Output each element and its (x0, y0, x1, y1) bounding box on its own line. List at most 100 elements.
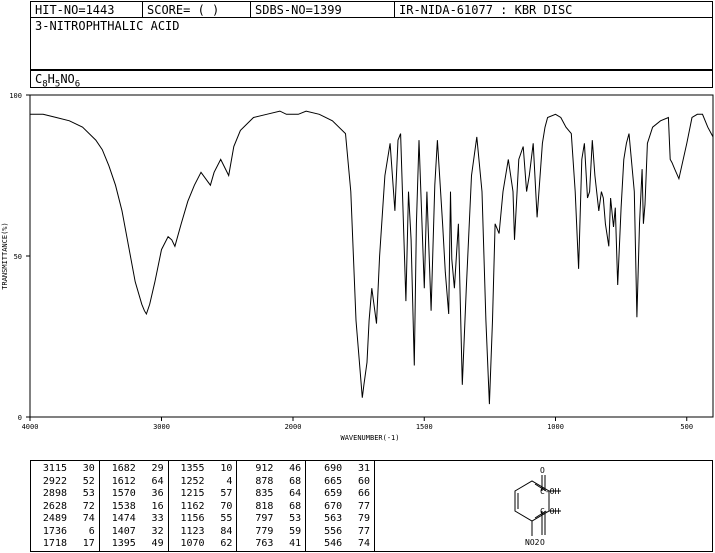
y-axis-label: TRANSMITTANCE(%) (1, 222, 9, 289)
peak-transmittance: 72 (82, 500, 95, 512)
peak-transmittance: 10 (220, 463, 233, 474)
y-tick-label: 100 (9, 92, 22, 100)
peak-transmittance: 62 (220, 538, 233, 549)
molecule-structure-diagram: O C-OH C-OH O NO2 (514, 466, 561, 547)
peak-wavenumber: 797 (255, 513, 274, 524)
peak-row: 1612 64 (104, 476, 164, 489)
peak-wavenumber: 690 (324, 463, 343, 474)
peak-wavenumber: 1736 (42, 525, 67, 537)
peak-transmittance: 46 (289, 463, 302, 474)
x-tick-label: 500 (680, 423, 693, 431)
peak-transmittance: 4 (226, 475, 233, 487)
peak-transmittance: 59 (289, 525, 302, 537)
peak-wavenumber: 546 (324, 538, 343, 549)
peak-row: 763 41 (241, 538, 301, 551)
spectrum-line (30, 110, 714, 405)
peak-row: 1407 32 (104, 526, 164, 539)
peak-row: 1070 62 (173, 538, 233, 551)
peak-wavenumber: 1162 (180, 500, 205, 512)
peak-transmittance: 6 (88, 525, 95, 537)
y-tick-label: 50 (14, 253, 22, 261)
peak-row: 1570 36 (104, 488, 164, 501)
peak-row: 878 68 (241, 476, 301, 489)
peak-wavenumber: 912 (255, 463, 274, 474)
ir-spectrum-chart: 0 50 100 4000 3000 2000 1500 1000 500 WAVENUMBE… (1, 92, 714, 442)
peak-row: 690 31 (310, 463, 370, 476)
peak-transmittance: 60 (357, 475, 370, 487)
peak-transmittance: 49 (151, 538, 164, 549)
peak-wavenumber: 763 (255, 538, 274, 549)
peak-transmittance: 31 (357, 463, 370, 474)
peak-column: 690 31 665 60 659 66 670 77 563 79 556 77 546 74 (306, 461, 374, 551)
peak-wavenumber: 1215 (180, 488, 205, 499)
peak-row: 2628 72 (35, 501, 95, 514)
peak-wavenumber: 2898 (42, 488, 67, 499)
peak-transmittance: 77 (357, 500, 370, 512)
peak-transmittance: 64 (289, 488, 302, 499)
top-carbonyl-o: O (540, 466, 545, 475)
peak-transmittance: 33 (151, 513, 164, 524)
peak-transmittance: 55 (220, 513, 233, 524)
bottom-acid-label: C-OH (540, 507, 559, 516)
peak-row: 1156 55 (173, 513, 233, 526)
peak-transmittance: 32 (151, 525, 164, 537)
peak-transmittance: 77 (357, 525, 370, 537)
peak-row: 797 53 (241, 513, 301, 526)
peak-wavenumber: 1355 (180, 463, 205, 474)
x-tick-label: 3000 (153, 423, 170, 431)
peak-row: 546 74 (310, 538, 370, 551)
peak-transmittance: 70 (220, 500, 233, 512)
x-tick-label: 2000 (285, 423, 302, 431)
x-axis-label: WAVENUMBER(-1) (340, 434, 399, 442)
peak-wavenumber: 878 (255, 475, 274, 487)
peak-row: 563 79 (310, 513, 370, 526)
peak-transmittance: 16 (151, 500, 164, 512)
peak-row: 835 64 (241, 488, 301, 501)
peak-row: 1682 29 (104, 463, 164, 476)
peak-transmittance: 57 (220, 488, 233, 499)
peak-row: 1736 6 (35, 526, 95, 539)
x-tick-label: 4000 (22, 423, 39, 431)
peak-transmittance: 84 (220, 525, 233, 537)
peak-wavenumber: 2628 (42, 500, 67, 512)
peak-transmittance: 53 (82, 488, 95, 499)
peak-row: 665 60 (310, 476, 370, 489)
peak-wavenumber: 1474 (111, 513, 136, 524)
peak-row: 1252 4 (173, 476, 233, 489)
peak-wavenumber: 1718 (42, 538, 67, 549)
peak-wavenumber: 2489 (42, 513, 67, 524)
peak-row: 556 77 (310, 526, 370, 539)
y-tick-label: 0 (18, 414, 22, 422)
peak-wavenumber: 659 (324, 488, 343, 499)
peak-wavenumber: 835 (255, 488, 274, 499)
peak-column: 912 46 878 68 835 64 818 68 797 53 779 59 763 41 (237, 461, 307, 551)
peak-wavenumber: 1682 (111, 463, 136, 474)
peak-wavenumber: 2922 (42, 475, 67, 487)
peak-transmittance: 74 (82, 513, 95, 524)
x-tick-label: 1500 (416, 423, 433, 431)
peak-wavenumber: 1570 (111, 488, 136, 499)
peak-transmittance: 30 (82, 463, 95, 474)
peak-row: 1718 17 (35, 538, 95, 551)
peak-transmittance: 66 (357, 488, 370, 499)
peak-transmittance: 68 (289, 500, 302, 512)
peak-row: 2898 53 (35, 488, 95, 501)
structure-box: O C-OH C-OH O NO2 (375, 460, 713, 552)
peak-row: 818 68 (241, 501, 301, 514)
peak-transmittance: 68 (289, 475, 302, 487)
peak-row: 1395 49 (104, 538, 164, 551)
peak-wavenumber: 818 (255, 500, 274, 512)
peak-wavenumber: 1123 (180, 525, 205, 537)
peak-table: 3115 30 2922 52 2898 53 2628 72 2489 74 1736 6 1718 1… (30, 460, 375, 552)
peak-transmittance: 53 (289, 513, 302, 524)
peak-row: 1162 70 (173, 501, 233, 514)
peak-row: 1355 10 (173, 463, 233, 476)
peak-row: 1123 84 (173, 526, 233, 539)
peak-transmittance: 36 (151, 488, 164, 499)
top-acid-label: C-OH (540, 487, 559, 496)
nitro-label: NO2 (525, 538, 540, 547)
peak-wavenumber: 1252 (180, 475, 205, 487)
peak-transmittance: 29 (151, 463, 164, 474)
peak-transmittance: 79 (357, 513, 370, 524)
peak-wavenumber: 670 (324, 500, 343, 512)
